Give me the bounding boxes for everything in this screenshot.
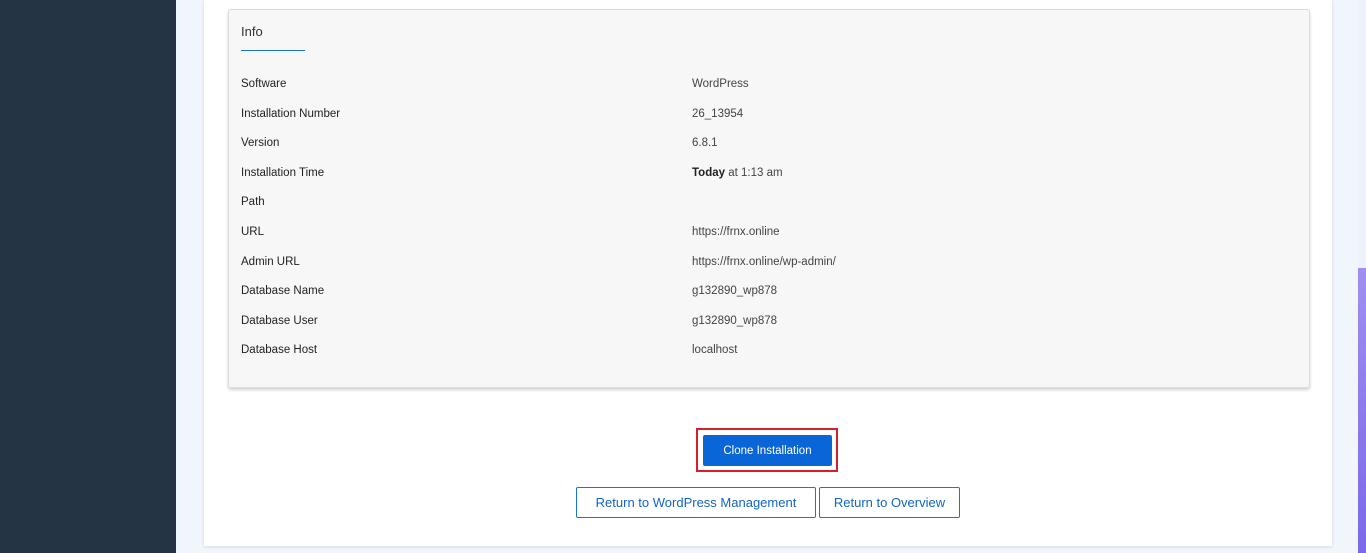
sidebar xyxy=(0,0,176,553)
row-label: URL xyxy=(241,225,265,238)
scrollbar-thumb[interactable] xyxy=(1358,268,1366,553)
row-value: 26_13954 xyxy=(692,107,744,120)
title-underline xyxy=(241,50,305,51)
info-panel-title: Info xyxy=(241,24,263,39)
row-label: Installation Number xyxy=(241,107,341,120)
row-label: Admin URL xyxy=(241,255,300,268)
info-row-installation-number: Installation Number 26_13954 xyxy=(241,102,1301,132)
row-label: Path xyxy=(241,196,265,209)
info-row-path: Path xyxy=(241,190,1301,220)
row-value: https://frnx.online/wp-admin/ xyxy=(692,255,836,268)
info-row-database-name: Database Name g132890_wp878 xyxy=(241,279,1301,309)
row-label: Installation Time xyxy=(241,166,325,179)
scrollbar-track[interactable] xyxy=(1358,0,1366,268)
row-value: 6.8.1 xyxy=(692,137,718,150)
main-content: Info Software WordPress Installation Num… xyxy=(176,0,1358,553)
info-row-database-host: Database Host localhost xyxy=(241,338,1301,368)
return-to-wordpress-management-button[interactable]: Return to WordPress Management xyxy=(576,487,816,518)
row-label: Version xyxy=(241,137,280,150)
row-label: Software xyxy=(241,78,287,90)
installation-card: Info Software WordPress Installation Num… xyxy=(204,0,1332,546)
row-value: localhost xyxy=(692,344,738,357)
info-rows: Software WordPress Installation Number 2… xyxy=(241,72,1301,368)
clone-installation-button[interactable]: Clone Installation xyxy=(703,435,832,466)
row-value-emphasis: Today xyxy=(692,166,726,179)
row-label: Database Name xyxy=(241,285,325,298)
row-value: WordPress xyxy=(692,78,749,90)
info-row-database-user: Database User g132890_wp878 xyxy=(241,309,1301,339)
info-panel: Info Software WordPress Installation Num… xyxy=(228,9,1310,388)
return-to-overview-button[interactable]: Return to Overview xyxy=(819,487,960,518)
row-value: g132890_wp878 xyxy=(692,314,778,327)
info-row-admin-url: Admin URL https://frnx.online/wp-admin/ xyxy=(241,250,1301,280)
row-value: g132890_wp878 xyxy=(692,285,778,298)
info-row-version: Version 6.8.1 xyxy=(241,131,1301,161)
info-row-software: Software WordPress xyxy=(241,72,1301,102)
row-value: https://frnx.online xyxy=(692,225,780,238)
info-row-installation-time: Installation Time Today at 1:13 am xyxy=(241,161,1301,191)
row-label: Database Host xyxy=(241,344,318,357)
row-label: Database User xyxy=(241,314,318,327)
row-value: Today at 1:13 am xyxy=(692,167,783,179)
row-value-rest: at 1:13 am xyxy=(725,166,783,179)
info-row-url: URL https://frnx.online xyxy=(241,220,1301,250)
